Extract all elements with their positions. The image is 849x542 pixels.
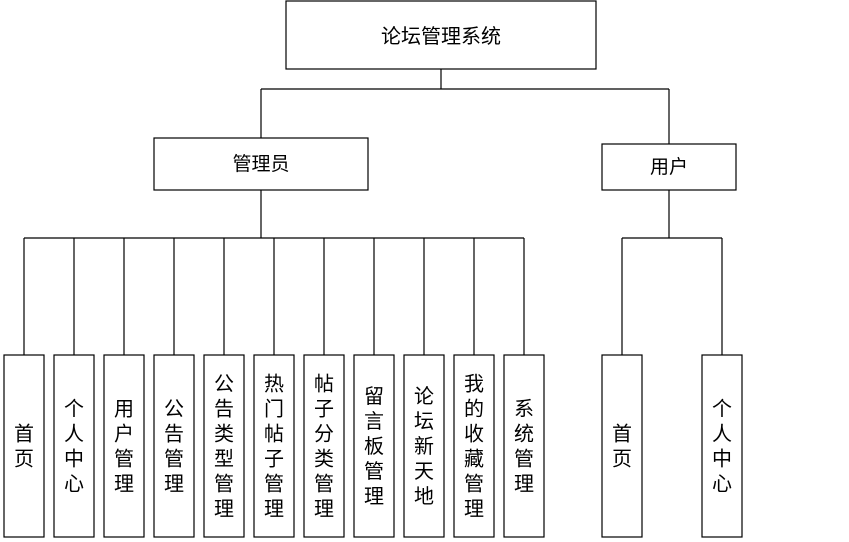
admin-module-6-label: 热门帖子管理 bbox=[264, 372, 284, 521]
admin-module-5-label: 公告类型管理 bbox=[214, 372, 234, 521]
admin-module-9: 论坛新天地 bbox=[403, 354, 445, 538]
admin-module-11: 系统管理 bbox=[503, 354, 545, 538]
root-node-label: 论坛管理系统 bbox=[381, 24, 501, 48]
user-module-2: 个人中心 bbox=[701, 354, 743, 538]
admin-module-10: 我的收藏管理 bbox=[453, 354, 495, 538]
role-node-user: 用户 bbox=[601, 143, 737, 191]
role-node-user-label: 用户 bbox=[650, 156, 688, 178]
admin-module-5: 公告类型管理 bbox=[203, 354, 245, 538]
admin-module-6: 热门帖子管理 bbox=[253, 354, 295, 538]
admin-module-7-label: 帖子分类管理 bbox=[314, 372, 334, 521]
admin-module-4: 公告管理 bbox=[153, 354, 195, 538]
admin-module-3: 用户管理 bbox=[103, 354, 145, 538]
admin-module-4-label: 公告管理 bbox=[164, 397, 184, 496]
admin-module-11-label: 系统管理 bbox=[514, 397, 534, 496]
admin-module-3-label: 用户管理 bbox=[114, 397, 134, 496]
admin-module-2-label: 个人中心 bbox=[64, 397, 84, 496]
admin-modules: 首页 个人中心 用户管理 公告管理 公告类型管理 热门帖子管理 帖子分类管理 留… bbox=[3, 354, 545, 538]
user-module-1-label: 首页 bbox=[612, 422, 632, 471]
user-module-1: 首页 bbox=[601, 354, 643, 538]
admin-module-2: 个人中心 bbox=[53, 354, 95, 538]
user-modules: 首页 个人中心 bbox=[601, 354, 743, 538]
role-node-admin-label: 管理员 bbox=[232, 153, 289, 175]
admin-module-1: 首页 bbox=[3, 354, 45, 538]
admin-module-8: 留言板管理 bbox=[353, 354, 395, 538]
admin-module-9-label: 论坛新天地 bbox=[414, 384, 434, 508]
org-chart-diagram: 论坛管理系统 管理员 用户 首页 个人中心 用户管理 公告管理 公告类型管理 热… bbox=[3, 0, 743, 538]
admin-module-7: 帖子分类管理 bbox=[303, 354, 345, 538]
admin-module-8-label: 留言板管理 bbox=[364, 384, 384, 508]
role-node-admin: 管理员 bbox=[153, 137, 369, 191]
connector-lines bbox=[23, 69, 723, 355]
admin-module-10-label: 我的收藏管理 bbox=[464, 372, 484, 521]
user-module-2-label: 个人中心 bbox=[712, 397, 732, 496]
admin-module-1-label: 首页 bbox=[14, 422, 34, 471]
root-node: 论坛管理系统 bbox=[285, 0, 597, 70]
